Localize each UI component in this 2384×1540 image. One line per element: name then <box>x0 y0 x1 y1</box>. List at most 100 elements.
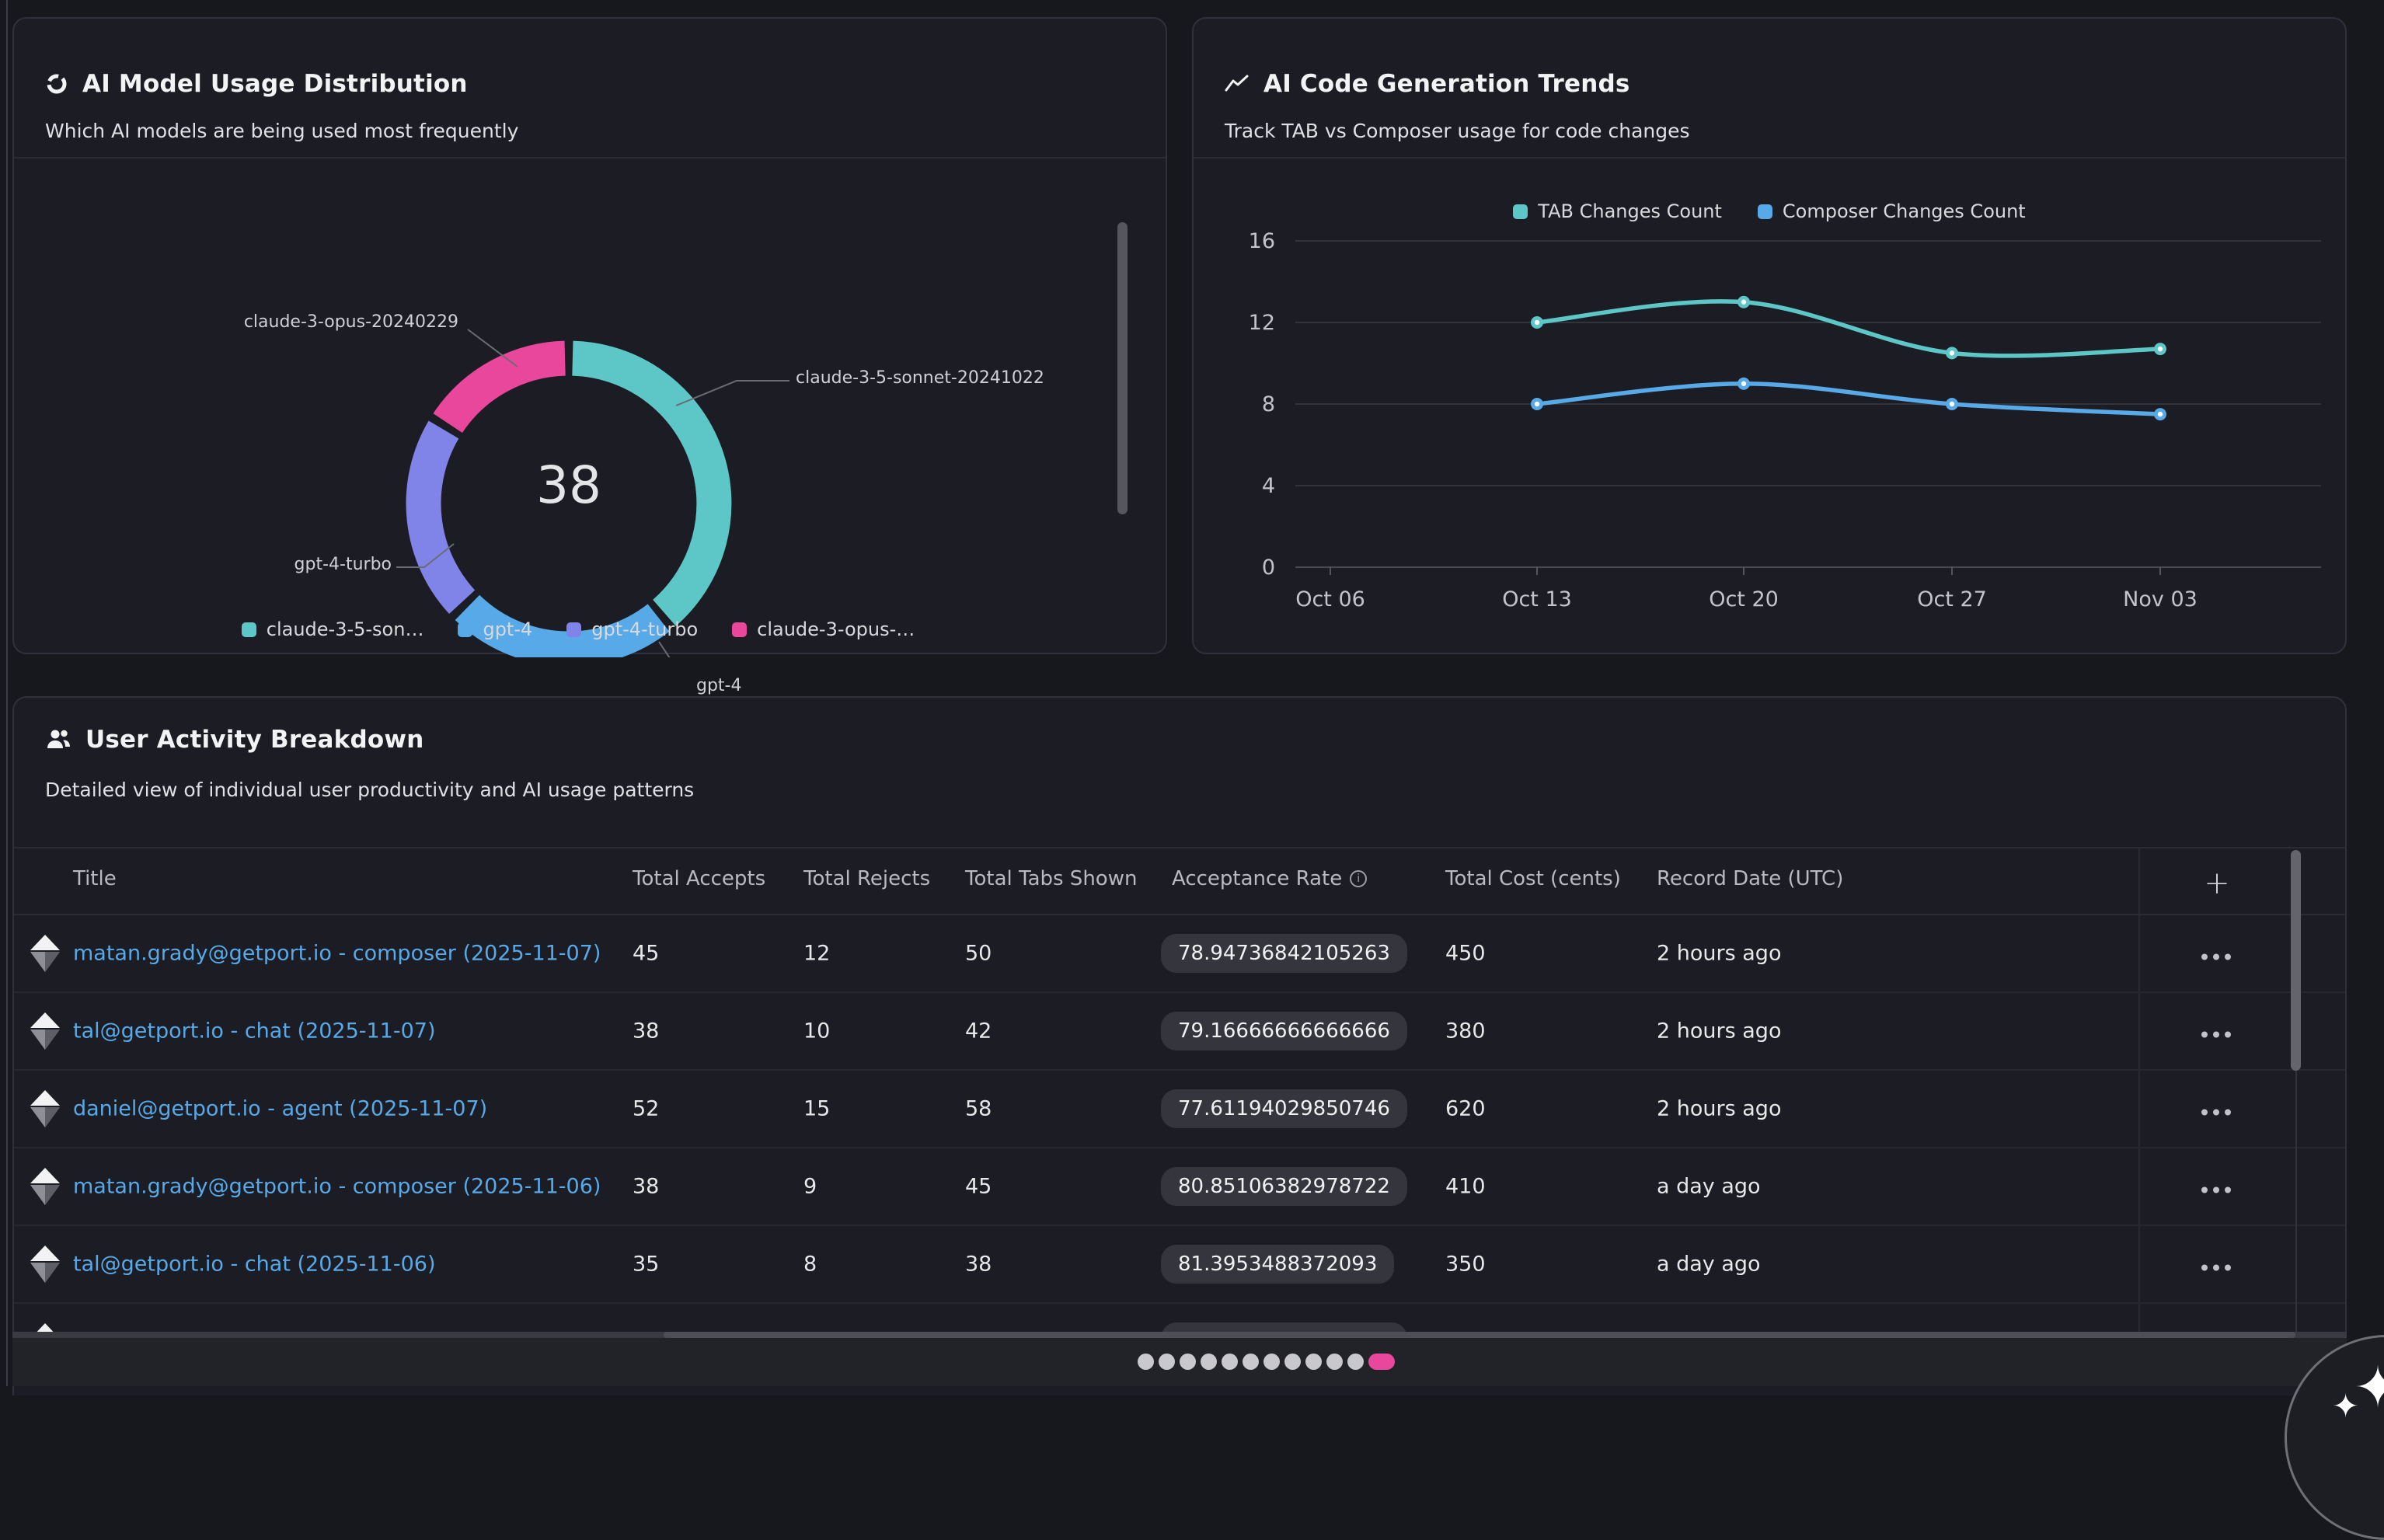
row-title-link[interactable]: tal@getport.io - chat (2025-11-07) <box>73 1019 435 1044</box>
row-total-tabs: 50 <box>965 942 992 966</box>
svg-text:Oct 20: Oct 20 <box>1709 587 1779 611</box>
page-dot-active[interactable] <box>1368 1354 1395 1370</box>
row-title-link[interactable]: daniel@getport.io - agent (2025-11-07) <box>73 1097 487 1121</box>
column-header-date[interactable]: Record Date (UTC) <box>1657 867 1843 890</box>
cursor-logo-icon <box>28 1244 62 1284</box>
column-header-accepts[interactable]: Total Accepts <box>633 867 765 890</box>
card-scrollbar-thumb[interactable] <box>1117 222 1128 514</box>
row-total-tabs: 58 <box>965 1097 992 1121</box>
ellipsis-icon <box>2201 954 2231 960</box>
donut-callout-label: claude-3-5-sonnet-20241022 <box>796 368 1044 388</box>
model-usage-card: AI Model Usage Distribution Which AI mod… <box>12 17 1167 654</box>
donut-chart-icon <box>45 72 68 96</box>
row-menu-button[interactable] <box>2187 1253 2246 1277</box>
table-scrollbar-thumb[interactable] <box>2291 850 2301 1071</box>
page-dot[interactable] <box>1326 1354 1343 1370</box>
info-icon[interactable]: i <box>1350 870 1367 887</box>
pagination-dots[interactable] <box>1138 1354 1395 1370</box>
legend-label: gpt-4-turbo <box>591 618 698 640</box>
donut-segment-claude-3-opus-20240229[interactable] <box>448 358 565 423</box>
legend-label: claude-3-5-son… <box>267 618 424 640</box>
row-entity-icon <box>28 933 62 974</box>
cursor-logo-icon <box>28 933 62 974</box>
model-usage-card-title-row: AI Model Usage Distribution <box>45 70 468 98</box>
row-title-link[interactable]: tal@getport.io - chat (2025-11-06) <box>73 1253 435 1277</box>
page-dot[interactable] <box>1347 1354 1364 1370</box>
legend-swatch <box>566 622 581 637</box>
row-total-rejects: 8 <box>803 1253 817 1277</box>
donut-segment-gpt-4-turbo[interactable] <box>423 430 462 602</box>
row-title-link[interactable]: matan.grady@getport.io - composer (2025-… <box>73 942 601 966</box>
svg-text:4: 4 <box>1262 474 1275 498</box>
row-record-date: 2 hours ago <box>1657 1019 1781 1044</box>
add-column-button[interactable]: + <box>2199 866 2235 901</box>
page-dot[interactable] <box>1243 1354 1259 1370</box>
legend-swatch <box>242 622 256 637</box>
donut-legend-item[interactable]: gpt-4 <box>458 618 532 640</box>
user-activity-card: User Activity Breakdown Detailed view of… <box>12 696 2347 1395</box>
donut-legend-item[interactable]: claude-3-opus-… <box>732 618 915 640</box>
donut-legend-item[interactable]: claude-3-5-son… <box>242 618 424 640</box>
donut-legend-item[interactable]: gpt-4-turbo <box>566 618 698 640</box>
code-trends-card-header: AI Code Generation Trends Track TAB vs C… <box>1194 19 2345 159</box>
row-acceptance-rate-badge: 80.85106382978722 <box>1161 1167 1407 1206</box>
row-record-date: a day ago <box>1657 1175 1761 1199</box>
row-menu-button[interactable] <box>2187 1175 2246 1199</box>
svg-text:0: 0 <box>1262 556 1275 580</box>
row-menu-button[interactable] <box>2187 942 2246 966</box>
row-total-cost: 350 <box>1445 1253 1486 1277</box>
page-dot[interactable] <box>1138 1354 1154 1370</box>
sparkle-small-icon: ✦ <box>2332 1387 2359 1425</box>
page-dot[interactable] <box>1201 1354 1217 1370</box>
column-header-rate[interactable]: Acceptance Ratei <box>1172 867 1367 890</box>
table-row: daniel@getport.io - agent (2025-11-07)52… <box>14 1071 2345 1148</box>
page-dot[interactable] <box>1180 1354 1196 1370</box>
row-total-accepts: 35 <box>633 1253 659 1277</box>
cursor-logo-icon <box>28 1166 62 1207</box>
code-trends-card: AI Code Generation Trends Track TAB vs C… <box>1192 17 2347 654</box>
donut-total-value: 38 <box>483 455 654 515</box>
page-left-edge <box>6 0 8 1386</box>
row-total-tabs: 42 <box>965 1019 992 1044</box>
page-dot[interactable] <box>1305 1354 1322 1370</box>
row-total-rejects: 9 <box>803 1175 817 1199</box>
row-total-accepts: 38 <box>633 1175 659 1199</box>
code-trends-title-row: AI Code Generation Trends <box>1225 70 1630 98</box>
column-header-rejects[interactable]: Total Rejects <box>803 867 930 890</box>
bottom-bar <box>12 1338 2347 1386</box>
trend-series-line <box>1537 301 2160 356</box>
row-menu-button[interactable] <box>2187 1097 2246 1121</box>
row-entity-icon <box>28 1166 62 1207</box>
column-header-cost[interactable]: Total Cost (cents) <box>1445 867 1621 890</box>
table-row: matan.grady@getport.io - composer (2025-… <box>14 915 2345 993</box>
row-acceptance-rate-badge: 81.3953488372093 <box>1161 1245 1394 1284</box>
row-entity-icon <box>28 1011 62 1051</box>
row-total-tabs: 45 <box>965 1175 992 1199</box>
table-row: matan.grady@getport.io - composer (2025-… <box>14 1148 2345 1226</box>
donut-chart[interactable] <box>14 160 1169 657</box>
page-dot[interactable] <box>1222 1354 1238 1370</box>
donut-legend: claude-3-5-son… gpt-4 gpt-4-turbo claude-3-… <box>14 618 1142 640</box>
table-header-row: Title Total Accepts Total Rejects Total Tab… <box>14 848 2299 915</box>
row-menu-button[interactable] <box>2187 1019 2246 1044</box>
donut-callout-label: claude-3-opus-20240229 <box>244 312 458 332</box>
trend-line-icon <box>1225 73 1250 95</box>
row-title-link[interactable]: matan.grady@getport.io - composer (2025-… <box>73 1175 601 1199</box>
page-dot[interactable] <box>1159 1354 1175 1370</box>
trend-line-chart[interactable]: 1612840Oct 06Oct 13Oct 20Oct 27Nov 03 <box>1194 160 2348 657</box>
page-dot[interactable] <box>1284 1354 1301 1370</box>
row-total-rejects: 10 <box>803 1019 830 1044</box>
row-total-accepts: 45 <box>633 942 659 966</box>
column-header-tabs[interactable]: Total Tabs Shown <box>965 867 1137 890</box>
donut-callout-label: gpt-4-turbo <box>295 555 392 574</box>
svg-text:16: 16 <box>1249 229 1275 253</box>
page-dot[interactable] <box>1263 1354 1280 1370</box>
ellipsis-icon <box>2201 1110 2231 1116</box>
user-activity-title-row: User Activity Breakdown <box>45 726 423 754</box>
column-header-title[interactable]: Title <box>73 867 117 890</box>
cursor-logo-icon <box>28 1089 62 1129</box>
table-row: tal@getport.io - chat (2025-11-06)358388… <box>14 1226 2345 1304</box>
row-total-cost: 620 <box>1445 1097 1486 1121</box>
ellipsis-icon <box>2201 1032 2231 1038</box>
table-hscrollbar-thumb[interactable] <box>664 1332 2295 1338</box>
